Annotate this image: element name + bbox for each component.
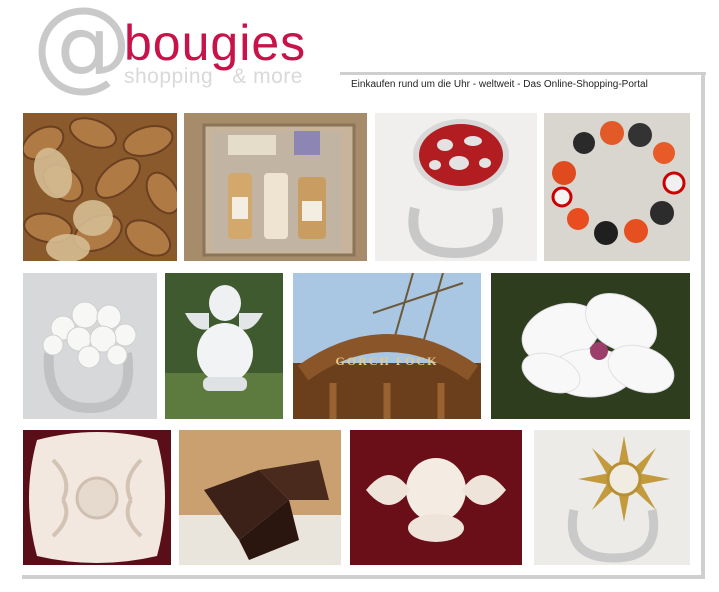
ships-wheel-lettering: GORCH FOCK xyxy=(336,354,439,368)
site-tagline: Einkaufen rund um die Uhr - weltweit - D… xyxy=(351,79,648,90)
photo-white-rose-ring[interactable] xyxy=(23,273,157,419)
photo-chocolate[interactable] xyxy=(179,430,341,565)
photo-angel-relief[interactable] xyxy=(350,430,522,565)
photo-almonds[interactable] xyxy=(23,113,177,261)
photo-ships-wheel[interactable]: GORCH FOCK xyxy=(293,273,481,419)
photo-sun-ring[interactable] xyxy=(534,430,690,565)
photo-stucco-ornament[interactable] xyxy=(23,430,171,565)
photo-bath-gift-set[interactable] xyxy=(184,113,367,261)
photo-magnolia-blossom[interactable] xyxy=(491,273,690,419)
photo-red-enamel-ring[interactable] xyxy=(375,113,537,261)
logo-name: bougies xyxy=(124,15,307,71)
photo-bead-bracelet[interactable] xyxy=(544,113,690,261)
photo-angel-garden-statue[interactable] xyxy=(165,273,283,419)
